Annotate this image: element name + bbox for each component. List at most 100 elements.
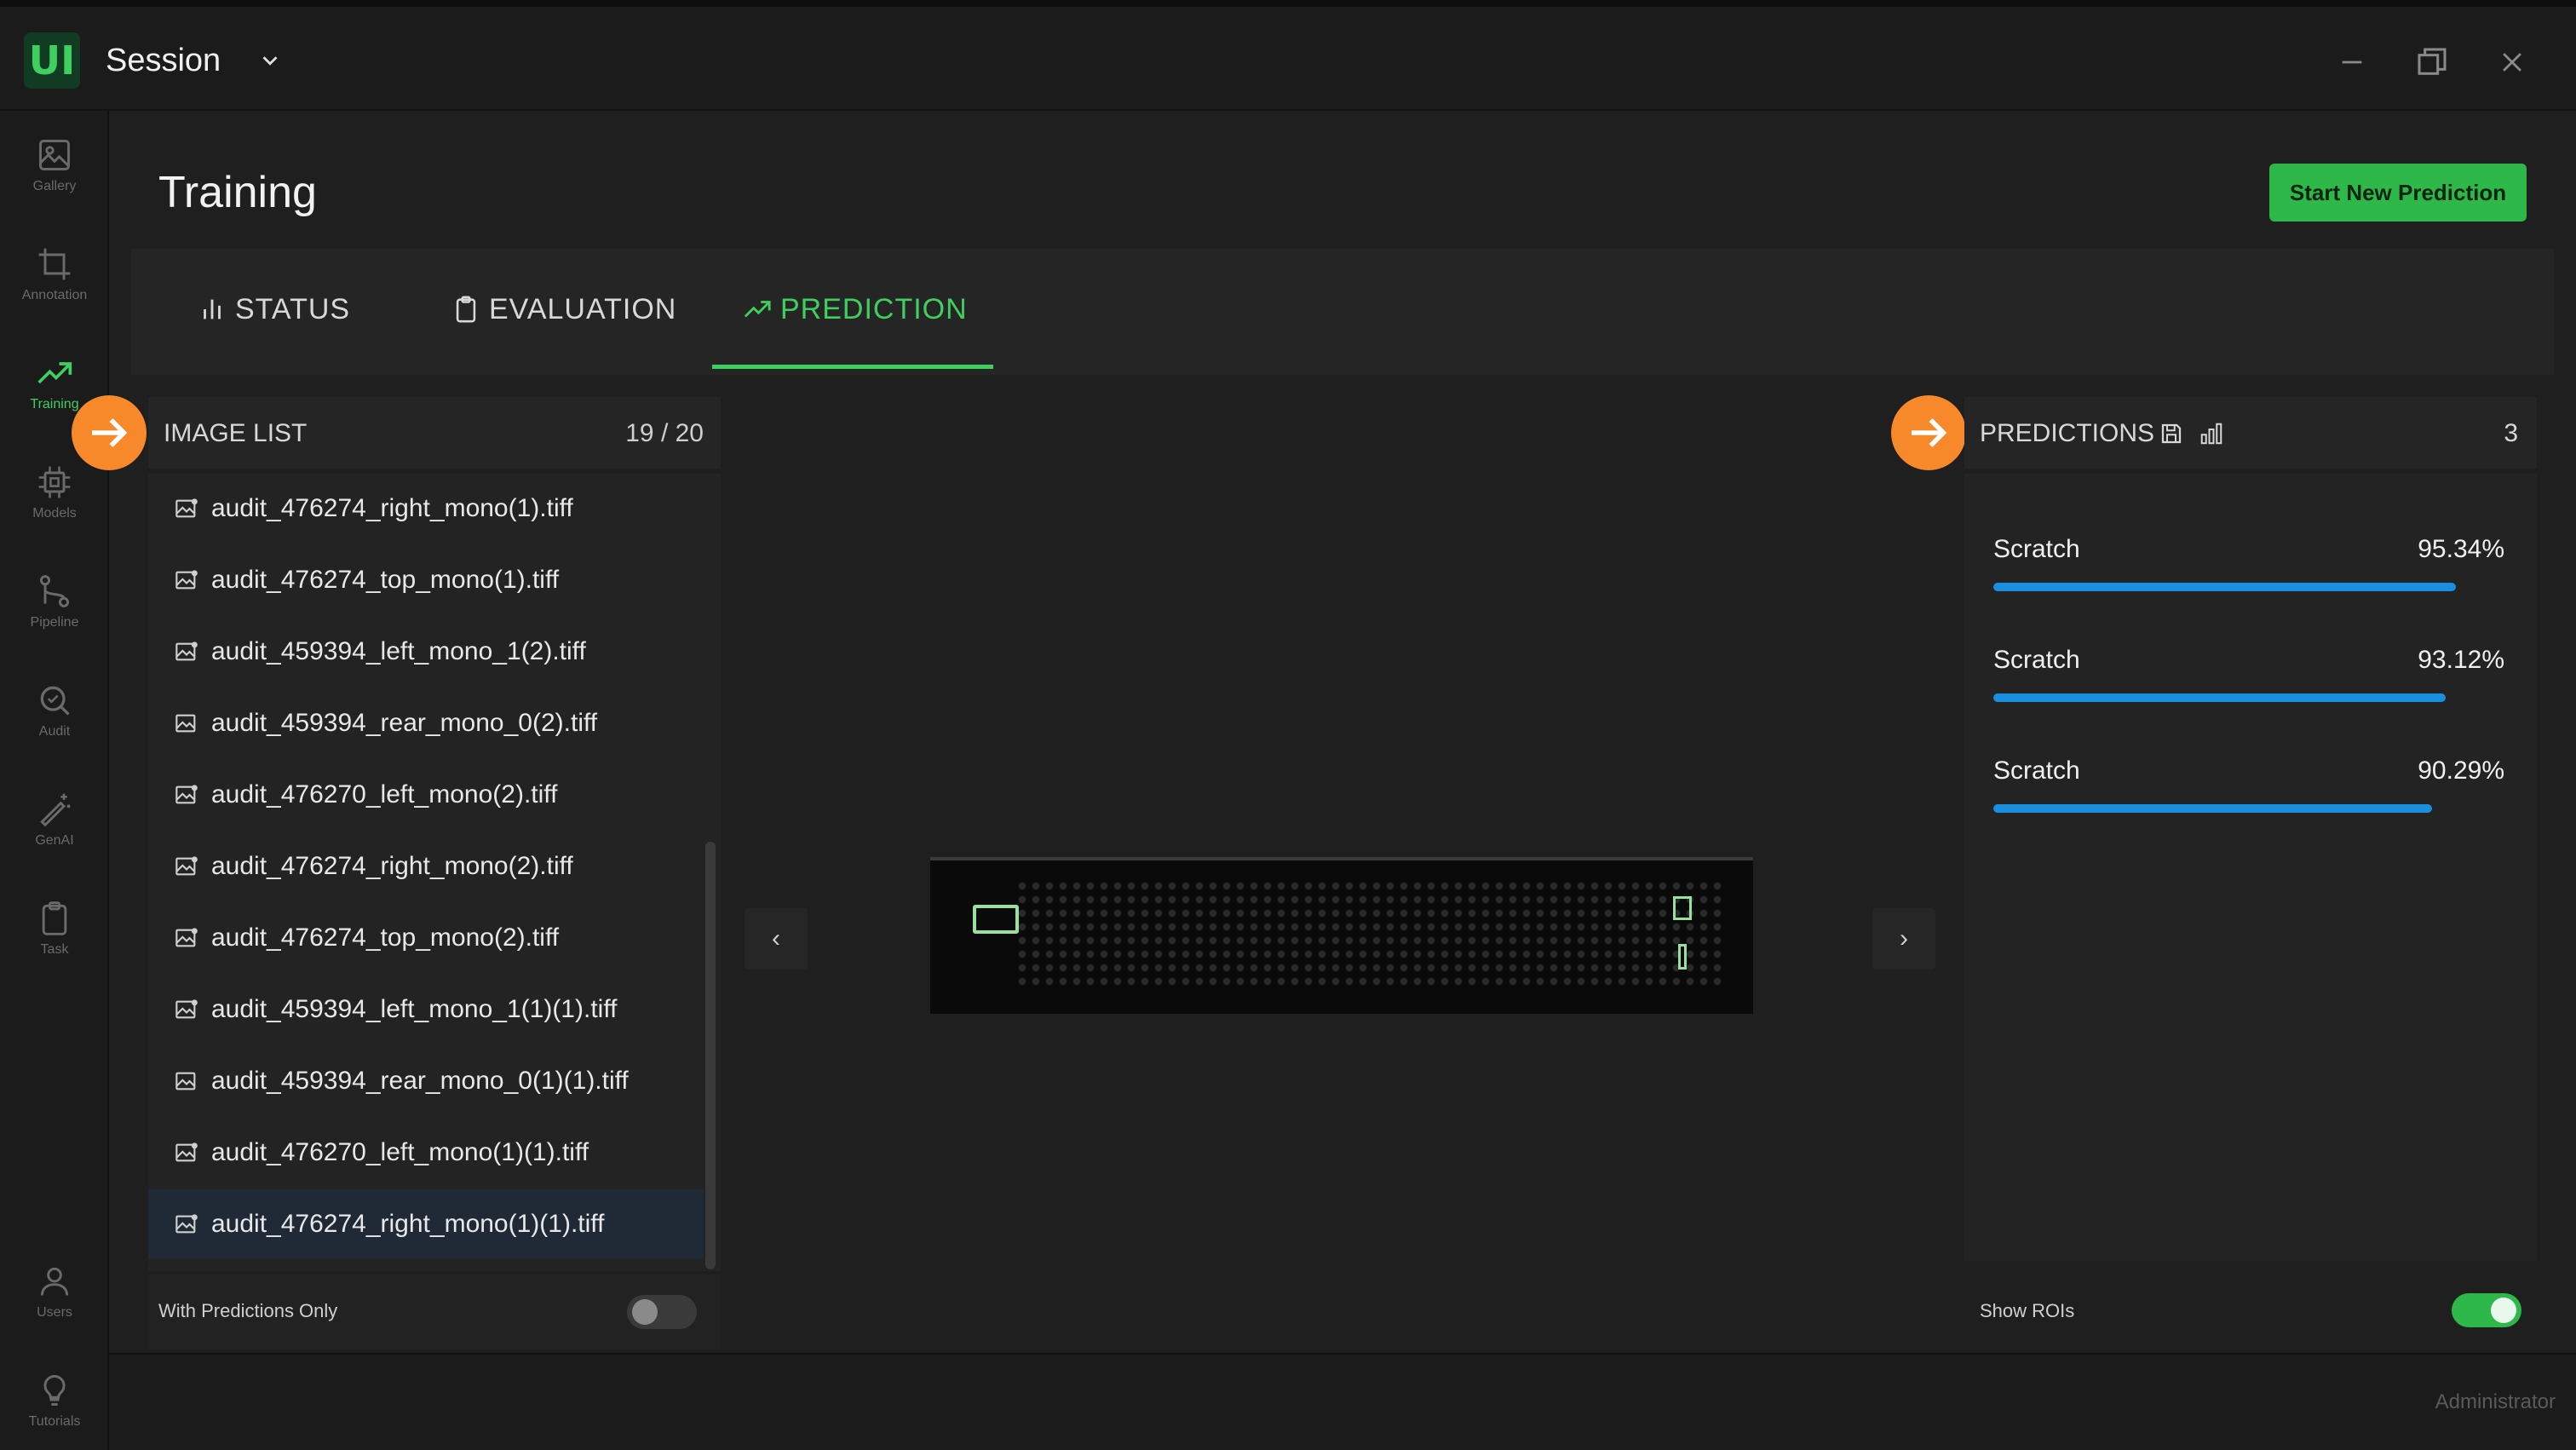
chevron-down-icon[interactable] [257, 48, 283, 73]
list-scrollbar[interactable] [705, 842, 716, 1269]
image-file-icon [175, 928, 198, 947]
list-item[interactable]: audit_476270_left_mono(1)(1).tiff [148, 1118, 704, 1188]
bar-chart-icon[interactable] [2198, 421, 2225, 446]
list-item[interactable]: audit_476274_top_mono(1).tiff [148, 545, 704, 615]
image-list-count: 19 / 20 [625, 419, 704, 447]
confidence-bar [1993, 583, 2457, 591]
image-file-icon [175, 1072, 196, 1090]
previous-image-button[interactable]: ‹ [745, 908, 808, 970]
list-item-label: audit_459394_rear_mono_0(1)(1).tiff [211, 1067, 629, 1095]
sidebar-item-label: GenAI [35, 833, 74, 848]
sidebar-item-label: Tutorials [28, 1414, 81, 1429]
list-item-label: audit_476270_left_mono(2).tiff [211, 780, 558, 808]
close-button[interactable] [2491, 41, 2533, 83]
tab-label: STATUS [235, 292, 351, 325]
list-item[interactable]: audit_476274_right_mono(1)(1).tiff [148, 1189, 704, 1259]
sidebar-item-label: Gallery [32, 179, 77, 193]
sidebar-item-task[interactable]: Task [0, 900, 109, 993]
confidence-bar-track [1993, 583, 2479, 591]
confidence-bar [1993, 693, 2446, 702]
image-file-icon [175, 714, 196, 733]
image-file-icon [175, 785, 198, 804]
chip-icon [38, 466, 71, 498]
bar-chart-icon [204, 299, 221, 319]
sidebar-item-annotation[interactable]: Annotation [0, 245, 109, 339]
list-item-label: audit_476274_right_mono(2).tiff [211, 852, 573, 880]
tab-prediction[interactable]: PREDICTION [743, 249, 968, 370]
sidebar-item-gallery[interactable]: Gallery [0, 136, 109, 230]
with-predictions-only-label: With Predictions Only [158, 1300, 338, 1321]
list-item[interactable]: audit_459394_rear_mono_0(1)(1).tiff [148, 1046, 704, 1116]
sidebar-item-tutorials[interactable]: Tutorials [0, 1372, 109, 1450]
sidebar-item-label: Models [32, 506, 77, 521]
magnify-icon [40, 686, 70, 716]
save-icon[interactable] [2159, 421, 2184, 446]
list-item-label: audit_459394_left_mono_1(1)(1).tiff [211, 995, 618, 1023]
list-item-label: audit_476274_top_mono(2).tiff [211, 924, 560, 952]
prediction-confidence: 90.29% [2418, 757, 2504, 785]
prediction-label: Scratch [1993, 646, 2080, 674]
roi-box [1678, 944, 1687, 970]
list-item[interactable]: audit_459394_rear_mono_0(2).tiff [148, 688, 704, 758]
list-item-label: audit_476274_right_mono(1)(1).tiff [211, 1210, 605, 1238]
clipboard-icon [456, 296, 476, 323]
sidebar: Gallery Annotation Training Models Pipel… [0, 111, 109, 1450]
prediction-label: Scratch [1993, 757, 2080, 785]
magic-wand-icon [40, 793, 71, 827]
list-item-label: audit_459394_left_mono_1(2).tiff [211, 637, 586, 665]
arrow-right-icon [1891, 395, 1966, 470]
tab-label: PREDICTION [780, 292, 968, 325]
sidebar-item-label: Task [40, 942, 69, 957]
sidebar-item-label: Annotation [21, 288, 88, 302]
image-file-icon [175, 1142, 198, 1162]
confidence-bar-track [1993, 804, 2479, 813]
show-rois-toggle[interactable] [2452, 1293, 2521, 1327]
image-list-footer: With Predictions Only [148, 1275, 721, 1349]
sidebar-item-pipeline[interactable]: Pipeline [0, 573, 109, 666]
sidebar-item-users[interactable]: Users [0, 1263, 109, 1356]
image-file-icon [175, 498, 198, 518]
list-item[interactable]: audit_476274_top_mono(2).tiff [148, 903, 704, 973]
arrow-right-icon [72, 395, 147, 470]
image-icon [39, 140, 70, 170]
user-icon [40, 1267, 69, 1296]
sidebar-item-genai[interactable]: GenAI [0, 791, 109, 884]
sidebar-item-label: Pipeline [30, 615, 79, 630]
list-item[interactable]: audit_476274_right_mono(1).tiff [148, 474, 704, 544]
minimize-icon [2342, 60, 2362, 64]
minimize-button[interactable] [2331, 41, 2373, 83]
clipboard-icon [42, 901, 67, 935]
tab-evaluation[interactable]: EVALUATION [451, 249, 676, 370]
list-item-label: audit_459394_rear_mono_0(2).tiff [211, 709, 598, 737]
list-item[interactable]: audit_459394_left_mono_1(1)(1).tiff [148, 975, 704, 1044]
start-new-prediction-button[interactable]: Start New Prediction [2269, 164, 2527, 222]
trending-up-icon [37, 362, 72, 384]
toggle-knob [632, 1299, 658, 1325]
sidebar-item-audit[interactable]: Audit [0, 682, 109, 775]
image-file-icon [175, 1214, 198, 1234]
with-predictions-only-toggle[interactable] [627, 1295, 697, 1329]
list-item[interactable]: audit_476274_right_mono(2).tiff [148, 831, 704, 901]
prediction-row[interactable]: Scratch 95.34% [1993, 535, 2504, 629]
list-item-label: audit_476274_right_mono(1).tiff [211, 494, 573, 522]
prediction-row[interactable]: Scratch 93.12% [1993, 646, 2504, 739]
tab-status[interactable]: STATUS [198, 249, 350, 370]
image-file-icon [175, 999, 198, 1019]
sidebar-item-models[interactable]: Models [0, 463, 109, 557]
session-title[interactable]: Session [106, 43, 221, 79]
image-grille-texture [1015, 879, 1722, 990]
tabs-panel: STATUS EVALUATION PREDICTION [131, 249, 2554, 375]
predictions-title: PREDICTIONS [1980, 419, 2155, 447]
tab-label: EVALUATION [489, 292, 677, 325]
predictions-header: PREDICTIONS 3 [1964, 397, 2537, 469]
app-logo: UI [24, 32, 80, 89]
close-icon [2503, 53, 2521, 72]
list-item[interactable]: audit_476270_left_mono(2).tiff [148, 760, 704, 830]
list-item-label: audit_476270_left_mono(1)(1).tiff [211, 1138, 589, 1166]
next-image-button[interactable]: › [1872, 908, 1935, 970]
image-file-icon [175, 856, 198, 876]
list-item[interactable]: audit_459394_left_mono_1(2).tiff [148, 617, 704, 687]
prediction-confidence: 93.12% [2418, 646, 2504, 674]
restore-button[interactable] [2411, 41, 2453, 83]
prediction-row[interactable]: Scratch 90.29% [1993, 757, 2504, 850]
